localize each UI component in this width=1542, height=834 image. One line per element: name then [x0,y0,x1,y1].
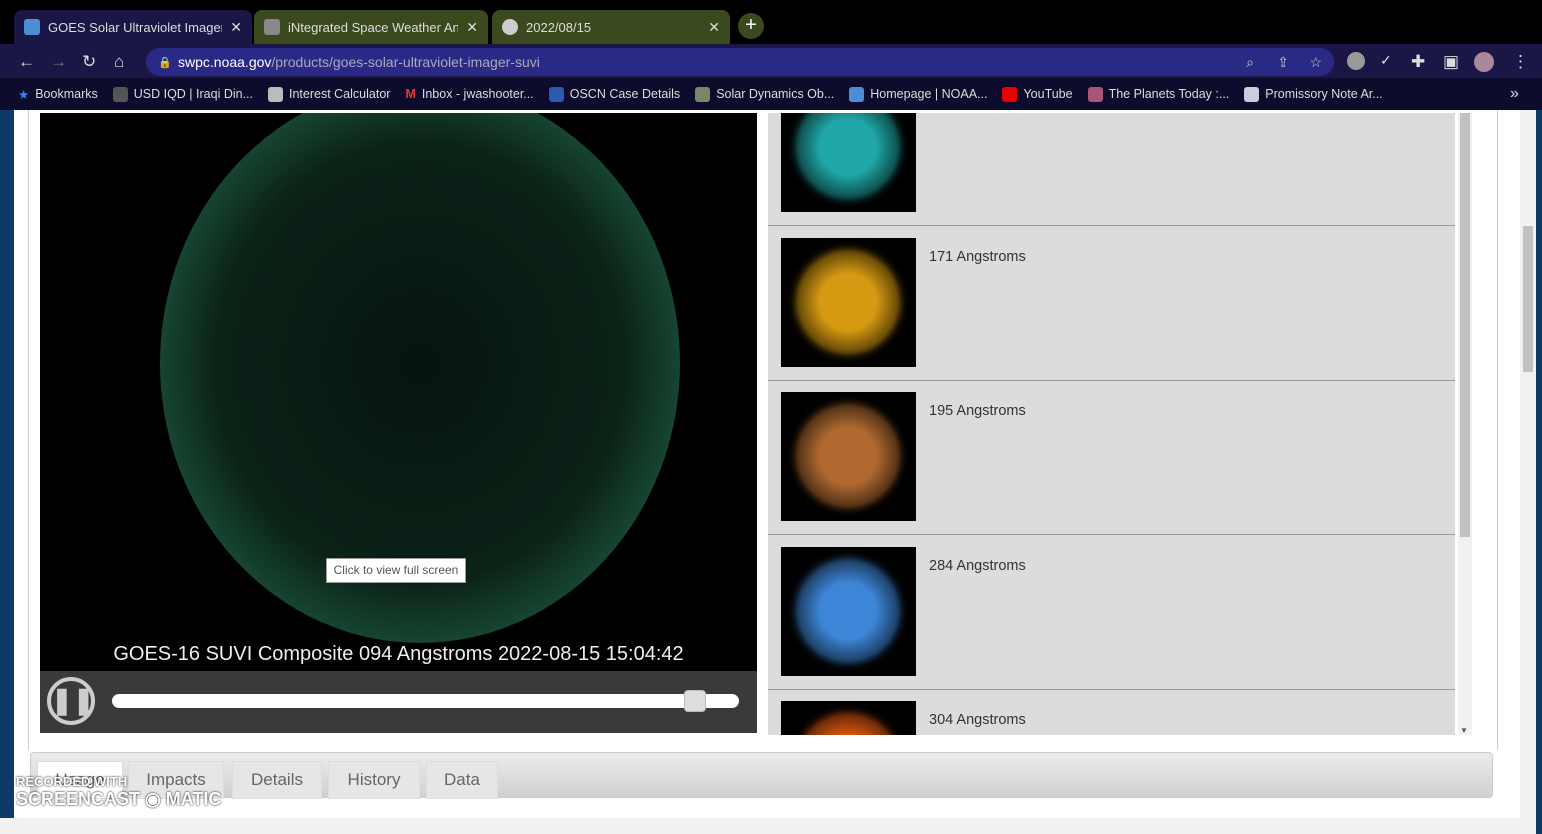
close-icon[interactable]: ✕ [708,19,720,36]
sidepanel-icon[interactable]: ▣ [1443,52,1459,72]
channel-item[interactable]: 195 Angstroms [768,380,1455,535]
share-icon[interactable]: ⇪ [1277,54,1289,71]
channel-label: 284 Angstroms [929,558,1026,574]
player-controls: ❚❚ [40,671,757,733]
favicon-icon [1087,86,1103,102]
browser-tab-suvi[interactable]: GOES Solar Ultraviolet Imager (SUVI)✕ [14,10,252,44]
tab-history[interactable]: History [328,761,420,799]
more-bookmarks-icon[interactable]: » [1510,85,1519,103]
channel-item[interactable]: 171 Angstroms [768,226,1455,381]
tab-data[interactable]: Data [426,761,498,799]
favicon-icon [112,86,128,102]
home-icon[interactable]: ⌂ [114,52,124,72]
scroll-down-icon[interactable]: ▼ [1460,726,1468,735]
channel-item[interactable]: 304 Angstroms [768,689,1455,735]
channel-label: 304 Angstroms [929,712,1026,728]
channel-label: 171 Angstroms [929,249,1026,265]
browser-tab-bar: GOES Solar Ultraviolet Imager (SUVI)✕ iN… [0,0,1542,44]
globe-icon [502,19,518,35]
image-caption: GOES-16 SUVI Composite 094 Angstroms 202… [113,643,684,665]
puzzle-icon[interactable]: ✚ [1411,52,1425,72]
bookmark-item[interactable]: Solar Dynamics Ob... [695,86,834,102]
bookmark-item[interactable]: Interest Calculator [268,86,390,102]
horizontal-scrollbar[interactable] [0,818,1536,834]
lock-icon: 🔒 [158,56,172,69]
scrollbar-thumb[interactable] [1460,113,1470,537]
url-input[interactable]: 🔒 swpc.noaa.gov/products/goes-solar-ultra… [146,48,1334,76]
satellite-icon [264,19,280,35]
page-left-border [0,110,14,834]
screencast-watermark: RECORDED WITH SCREENCAST ◉ MATIC [16,774,222,809]
fullscreen-tooltip: Click to view full screen [326,558,466,583]
back-icon[interactable]: ← [18,52,35,72]
star-icon[interactable]: ☆ [1309,54,1322,71]
zoom-icon[interactable]: ⌕ [1246,54,1254,71]
favicon-icon [1244,86,1260,102]
star-icon: ★ [18,87,30,102]
divider [28,110,29,750]
bookmark-item[interactable]: Promissory Note Ar... [1244,86,1383,102]
favicon-icon [548,86,564,102]
divider [1497,110,1498,750]
channel-item[interactable] [768,113,1455,226]
close-icon[interactable]: ✕ [230,19,242,36]
page-scrollbar[interactable] [1520,110,1536,818]
extension-v-icon[interactable]: ✓ [1380,52,1392,69]
youtube-icon [1002,86,1018,102]
bookmark-item[interactable]: USD IQD | Iraqi Din... [112,86,253,102]
noaa-icon [24,19,40,35]
gmail-icon: M [405,87,416,101]
page-right-border [1536,110,1542,834]
channel-thumbnail[interactable] [781,238,916,367]
frame-slider[interactable] [112,690,739,712]
forward-icon[interactable]: → [50,52,67,72]
reload-icon[interactable]: ↻ [82,52,96,72]
bookmark-item[interactable]: YouTube [1002,86,1073,102]
new-tab-button[interactable]: + [738,13,764,39]
channel-item[interactable]: 284 Angstroms [768,535,1455,690]
bookmark-item[interactable]: Homepage | NOAA... [849,86,987,102]
avatar[interactable] [1474,52,1494,72]
pause-icon[interactable]: ❚❚ [47,677,95,725]
browser-tab-iswa[interactable]: iNtegrated Space Weather Analysis✕ [254,10,488,44]
calculator-icon [268,86,283,102]
noaa-icon [849,86,865,102]
slider-handle[interactable] [684,690,707,712]
channel-list: 171 Angstroms 195 Angstroms 284 Angstroms 3… [768,113,1455,735]
bookmark-item[interactable]: The Planets Today :... [1087,86,1229,102]
scrollbar-thumb[interactable] [1523,226,1533,372]
page-tabs: Usage Impacts Details History Data [30,752,1493,799]
close-icon[interactable]: ✕ [466,19,478,36]
bookmark-item[interactable]: OSCN Case Details [548,86,680,102]
channel-thumbnail[interactable] [781,392,916,521]
tab-details[interactable]: Details [232,761,322,799]
menu-icon[interactable]: ⋮ [1512,52,1529,72]
channel-thumbnail[interactable] [781,547,916,676]
list-scrollbar[interactable]: ▼ [1458,113,1472,735]
favicon-icon [695,86,711,102]
browser-tab-date[interactable]: 2022/08/15 ✕ [492,10,730,44]
bookmark-item[interactable]: M Inbox - jwashooter... [405,87,533,101]
bookmark-item[interactable]: ★ Bookmarks [18,87,98,102]
bookmarks-bar: ★ Bookmarks USD IQD | Iraqi Din... Intere… [0,78,1542,110]
channel-thumbnail[interactable] [781,113,916,212]
channel-label: 195 Angstroms [929,403,1026,419]
extension-w-icon[interactable] [1347,52,1365,70]
channel-thumbnail[interactable] [781,701,916,735]
suvi-viewer[interactable]: Click to view full screen GOES-16 SUVI C… [40,113,757,733]
